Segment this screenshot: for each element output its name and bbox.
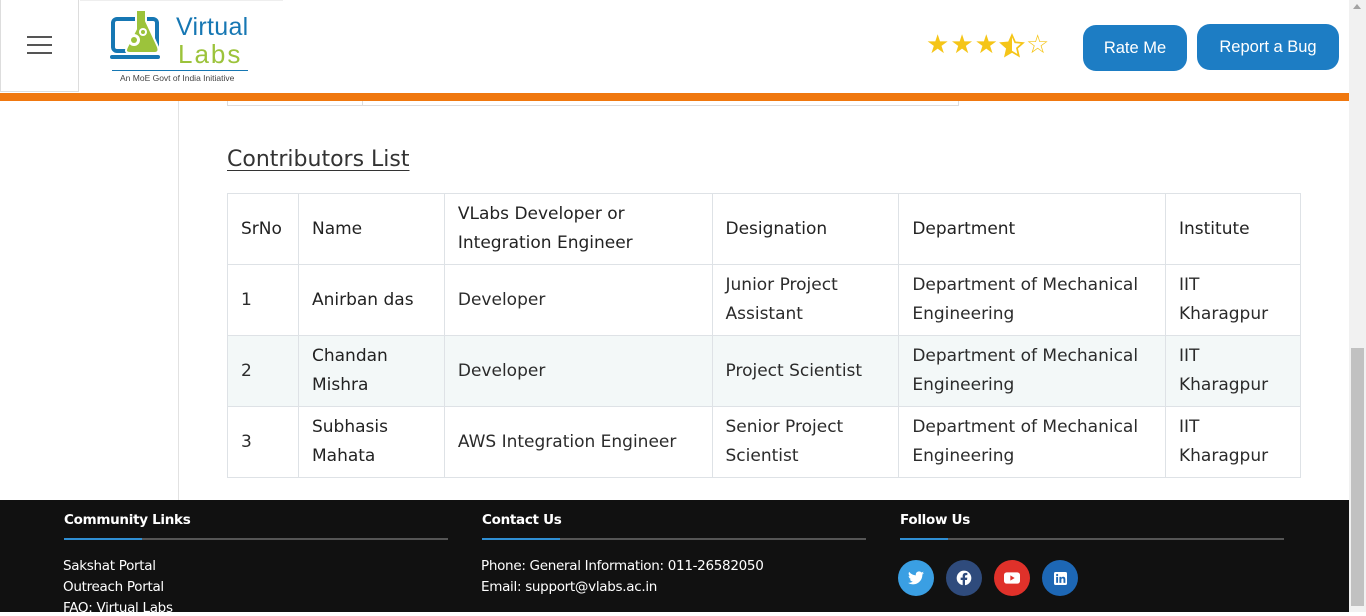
table-row: 3 Subhasis Mahata AWS Integration Engine…: [227, 406, 1301, 478]
scroll-up-arrow-icon[interactable]: [1353, 4, 1361, 9]
site-footer: Community Links Sakshat Portal Outreach …: [0, 500, 1349, 616]
follow-us-heading: Follow Us: [900, 512, 970, 528]
community-divider: [64, 538, 448, 540]
column-header-role: VLabs Developer or Integration Engineer: [443, 193, 713, 265]
cell-role: Developer: [443, 264, 713, 336]
footer-link-sakshat[interactable]: Sakshat Portal: [63, 558, 156, 574]
logo-word-virtual: Virtual: [176, 13, 249, 41]
contact-divider: [482, 538, 866, 540]
logo-divider: [112, 70, 248, 71]
cell-department: Department of Mechanical Engineering: [898, 264, 1166, 336]
report-bug-button[interactable]: Report a Bug: [1197, 24, 1339, 70]
page-scrollbar[interactable]: [1349, 0, 1366, 612]
star-full-icon[interactable]: ★: [975, 31, 998, 59]
previous-table-bottom: [227, 101, 959, 106]
cell-srno: 1: [227, 264, 299, 336]
menu-button[interactable]: [0, 0, 79, 92]
table-header-row: SrNo Name VLabs Developer or Integration…: [227, 193, 1301, 265]
contact-email[interactable]: Email: support@vlabs.ac.in: [481, 579, 657, 595]
footer-link-faq[interactable]: FAQ: Virtual Labs: [63, 600, 173, 616]
cell-name: Subhasis Mahata: [297, 406, 445, 478]
virtual-labs-logo[interactable]: Virtual Labs An MoE Govt of India Initia…: [80, 0, 283, 92]
cell-srno: 2: [227, 335, 299, 407]
contributors-table: SrNo Name VLabs Developer or Integration…: [227, 193, 1301, 478]
cell-designation: Senior Project Scientist: [711, 406, 900, 478]
cell-designation: Junior Project Assistant: [711, 264, 900, 336]
youtube-icon[interactable]: [994, 560, 1030, 596]
star-half-icon[interactable]: [999, 31, 1025, 59]
column-header-institute: Institute: [1165, 193, 1301, 265]
star-full-icon[interactable]: ★: [950, 31, 973, 59]
cell-role: Developer: [443, 335, 713, 407]
sidebar-column: [0, 101, 179, 500]
cell-institute: IIT Kharagpur: [1165, 264, 1301, 336]
column-header-name: Name: [297, 193, 445, 265]
linkedin-icon[interactable]: [1042, 560, 1078, 596]
table-row: 2 Chandan Mishra Developer Project Scien…: [227, 335, 1301, 407]
cell-name: Anirban das: [297, 264, 445, 336]
column-header-department: Department: [898, 193, 1166, 265]
table-row: 1 Anirban das Developer Junior Project A…: [227, 264, 1301, 336]
contact-us-heading: Contact Us: [482, 512, 562, 528]
contributors-heading: Contributors List: [227, 147, 410, 172]
star-empty-icon[interactable]: ☆: [1026, 31, 1049, 59]
rate-me-button[interactable]: Rate Me: [1083, 25, 1187, 71]
contact-phone: Phone: General Information: 011-26582050: [481, 558, 764, 574]
logo-word-labs: Labs: [178, 39, 243, 69]
rating-stars[interactable]: ★ ★ ★ ☆: [926, 31, 1049, 59]
cell-srno: 3: [227, 406, 299, 478]
cell-role: AWS Integration Engineer: [443, 406, 713, 478]
column-header-srno: SrNo: [227, 193, 299, 265]
cell-institute: IIT Kharagpur: [1165, 406, 1301, 478]
logo-tagline: An MoE Govt of India Initiative: [120, 73, 235, 83]
follow-divider: [900, 538, 1284, 540]
scrollbar-thumb[interactable]: [1351, 348, 1364, 606]
community-links-heading: Community Links: [64, 512, 191, 528]
footer-link-outreach[interactable]: Outreach Portal: [63, 579, 164, 595]
hamburger-icon: [27, 36, 52, 55]
cell-department: Department of Mechanical Engineering: [898, 406, 1166, 478]
star-full-icon[interactable]: ★: [926, 31, 949, 59]
flask-monitor-icon: [110, 9, 160, 59]
cell-name: Chandan Mishra: [297, 335, 445, 407]
column-header-designation: Designation: [711, 193, 900, 265]
site-header: Virtual Labs An MoE Govt of India Initia…: [0, 0, 1349, 93]
facebook-icon[interactable]: [946, 560, 982, 596]
twitter-icon[interactable]: [898, 560, 934, 596]
cell-institute: IIT Kharagpur: [1165, 335, 1301, 407]
cell-department: Department of Mechanical Engineering: [898, 335, 1166, 407]
cell-designation: Project Scientist: [711, 335, 900, 407]
header-accent-bar: [0, 93, 1349, 101]
